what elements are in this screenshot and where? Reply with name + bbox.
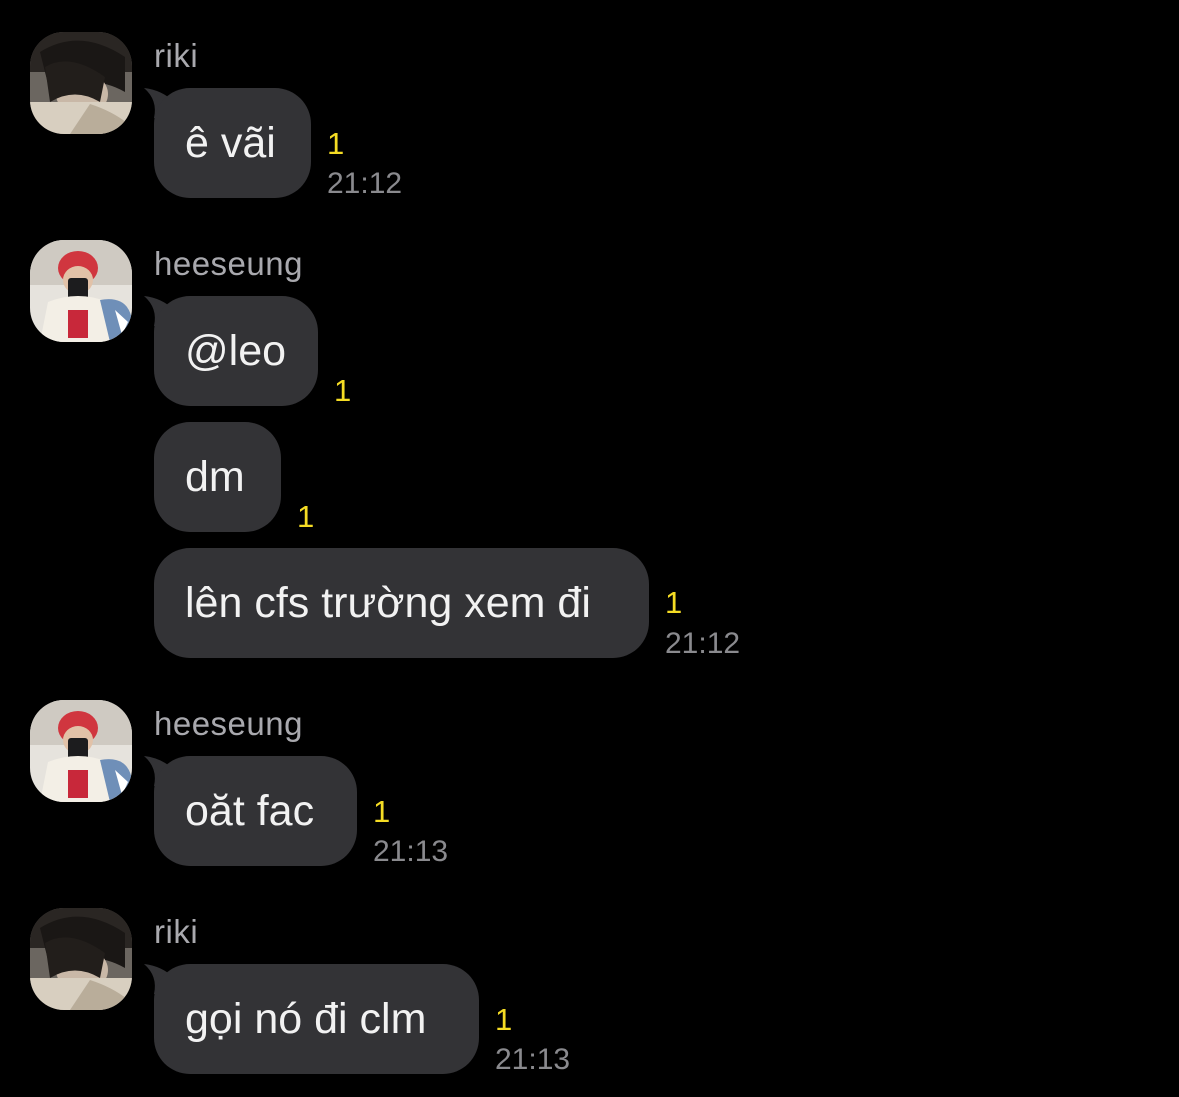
unread-count: 1 xyxy=(495,1002,513,1037)
message-bubble[interactable]: dm xyxy=(154,422,281,532)
message-bubble[interactable]: gọi nó đi clm xyxy=(154,964,479,1074)
message-bubble[interactable]: oăt fac xyxy=(154,756,357,866)
message-time: 21:13 xyxy=(373,835,449,868)
unread-count: 1 xyxy=(665,585,683,620)
riki-avatar[interactable] xyxy=(30,908,132,1010)
unread-count: 1 xyxy=(334,373,352,408)
message-bubble[interactable]: ê vãi xyxy=(154,88,311,198)
message-bubble[interactable]: lên cfs trường xem đi xyxy=(154,548,649,658)
unread-count: 1 xyxy=(373,794,391,829)
message-time: 21:12 xyxy=(327,167,403,200)
message-time: 21:13 xyxy=(495,1043,571,1076)
sender-name: heeseung xyxy=(154,245,303,282)
unread-count: 1 xyxy=(327,126,345,161)
riki-avatar[interactable] xyxy=(30,32,132,134)
sender-name: riki xyxy=(154,37,199,74)
unread-count: 1 xyxy=(297,499,315,534)
message-bubble[interactable]: @leo xyxy=(154,296,318,406)
message-time: 21:12 xyxy=(665,627,741,660)
sender-name: riki xyxy=(154,913,199,950)
sender-name: heeseung xyxy=(154,705,303,742)
heeseung-avatar[interactable] xyxy=(30,240,132,342)
heeseung-avatar[interactable] xyxy=(30,700,132,802)
